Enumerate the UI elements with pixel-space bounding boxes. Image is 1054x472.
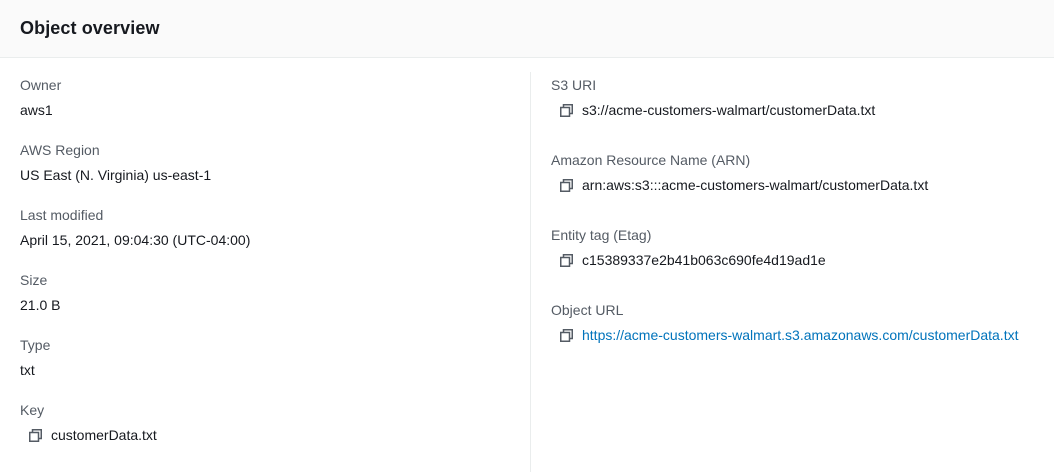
object-url-row: https://acme-customers-walmart.s3.amazon… xyxy=(559,326,1018,344)
object-url-field: Object URL https://acme-customers-walmar… xyxy=(551,301,1018,344)
key-label: Key xyxy=(20,402,45,418)
size-label: Size xyxy=(20,272,48,288)
owner-label: Owner xyxy=(20,77,62,93)
etag-value: c15389337e2b41b063c690fe4d19ad1e xyxy=(582,252,826,268)
key-row: customerData.txt xyxy=(28,426,157,444)
arn-value: arn:aws:s3:::acme-customers-walmart/cust… xyxy=(582,177,929,193)
etag-label: Entity tag (Etag) xyxy=(551,227,652,243)
last-modified-label: Last modified xyxy=(20,207,104,223)
type-value: txt xyxy=(20,362,35,378)
arn-field: Amazon Resource Name (ARN) arn:aws:s3:::… xyxy=(551,151,928,194)
copy-icon[interactable] xyxy=(559,253,573,267)
s3-uri-row: s3://acme-customers-walmart/customerData… xyxy=(559,101,875,119)
key-value: customerData.txt xyxy=(51,427,157,443)
s3-uri-field: S3 URI s3://acme-customers-walmart/custo… xyxy=(551,76,875,119)
owner-value: aws1 xyxy=(20,102,53,118)
etag-row: c15389337e2b41b063c690fe4d19ad1e xyxy=(559,251,826,269)
key-field: Key customerData.txt xyxy=(20,401,157,444)
last-modified-field: Last modified April 15, 2021, 09:04:30 (… xyxy=(20,206,250,249)
owner-field: Owner aws1 xyxy=(20,76,61,119)
region-label: AWS Region xyxy=(20,142,100,158)
size-value: 21.0 B xyxy=(20,297,61,313)
copy-icon[interactable] xyxy=(559,178,573,192)
type-label: Type xyxy=(20,337,51,353)
s3-uri-label: S3 URI xyxy=(551,77,597,93)
panel-header: Object overview xyxy=(0,0,1054,58)
copy-icon[interactable] xyxy=(559,103,573,117)
type-field: Type txt xyxy=(20,336,50,379)
last-modified-value: April 15, 2021, 09:04:30 (UTC-04:00) xyxy=(20,232,251,248)
region-value: US East (N. Virginia) us-east-1 xyxy=(20,167,212,183)
s3-uri-value: s3://acme-customers-walmart/customerData… xyxy=(582,102,876,118)
size-field: Size 21.0 B xyxy=(20,271,60,314)
etag-field: Entity tag (Etag) c15389337e2b41b063c690… xyxy=(551,226,826,269)
object-overview-panel: Object overview Owner aws1 AWS Region US… xyxy=(0,0,1054,472)
overview-columns: Owner aws1 AWS Region US East (N. Virgin… xyxy=(0,58,1054,472)
object-url-label: Object URL xyxy=(551,302,624,318)
object-url-link[interactable]: https://acme-customers-walmart.s3.amazon… xyxy=(582,326,1018,344)
arn-row: arn:aws:s3:::acme-customers-walmart/cust… xyxy=(559,176,928,194)
copy-icon[interactable] xyxy=(559,328,573,342)
arn-label: Amazon Resource Name (ARN) xyxy=(551,152,751,168)
region-field: AWS Region US East (N. Virginia) us-east… xyxy=(20,141,211,184)
copy-icon[interactable] xyxy=(28,428,42,442)
column-divider xyxy=(530,72,531,472)
panel-title: Object overview xyxy=(20,18,160,38)
